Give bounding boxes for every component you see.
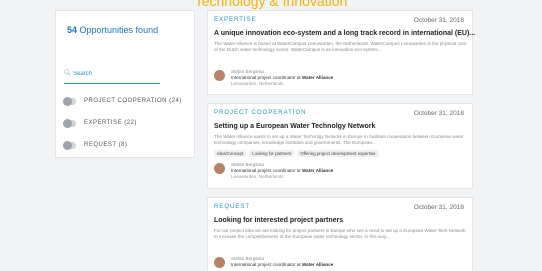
contact-role: International project coordinator at	[231, 75, 301, 80]
opportunity-card[interactable]: REQUEST October 31, 2018 Looking for int…	[207, 197, 473, 271]
contact-organization[interactable]: Water Alliance	[302, 168, 333, 173]
contact-person: Stefan Bergsma International project coo…	[214, 162, 333, 180]
filter-panel: 54 Opportunities found PROJECT COOPERATI…	[55, 10, 195, 158]
contact-role: International project coordinator at	[231, 168, 301, 173]
opportunity-card[interactable]: PROJECT COOPERATION October 31, 2018 Set…	[207, 103, 473, 189]
avatar	[214, 70, 225, 81]
card-title[interactable]: Setting up a European Water Technolgy Ne…	[214, 123, 375, 130]
filter-toggle[interactable]	[63, 96, 76, 106]
contact-location: Leeuwarden, Netherlands	[231, 81, 284, 86]
page-heading: Technology & Innovation	[194, 0, 348, 9]
filter-label: REQUEST (8)	[84, 142, 128, 148]
card-type: EXPERTISE	[214, 17, 257, 23]
card-title[interactable]: Looking for interested project partners	[214, 217, 343, 224]
contact-person: Stefan Bergsma International project coo…	[214, 256, 333, 268]
opportunities-found: 54 Opportunities found	[67, 25, 158, 35]
tag: Idea/Concept	[214, 150, 247, 157]
search-icon	[64, 69, 71, 76]
contact-organization[interactable]: Water Alliance	[302, 75, 333, 80]
tag: Offering project development expertise	[297, 150, 379, 157]
card-title[interactable]: A unique innovation eco-system and a lon…	[214, 30, 475, 37]
card-date: October 31, 2018	[413, 17, 464, 24]
card-description: The Water Alliance is based at WaterCamp…	[214, 41, 467, 52]
opportunity-card[interactable]: EXPERTISE October 31, 2018 A unique inno…	[207, 10, 475, 95]
card-date: October 31, 2018	[413, 204, 464, 211]
contact-role: International project coordinator at	[231, 262, 301, 267]
tag-list: Idea/Concept Looking for partners Offeri…	[214, 150, 379, 157]
opportunities-count: 54	[67, 25, 78, 35]
contact-person: Stefan Bergsma International project coo…	[214, 69, 333, 87]
filter-request[interactable]: REQUEST (8)	[63, 140, 127, 150]
contact-location: Leeuwarden, Netherlands	[231, 174, 284, 179]
card-description: For our project idea we are looking for …	[214, 228, 466, 239]
filter-toggle[interactable]	[63, 118, 76, 128]
card-type: PROJECT COOPERATION	[214, 110, 307, 116]
card-date: October 31, 2018	[413, 110, 464, 117]
opportunities-found-label: Opportunities found	[79, 25, 159, 35]
card-type: REQUEST	[214, 204, 251, 210]
avatar	[214, 163, 225, 174]
filter-expertise[interactable]: EXPERTISE (22)	[63, 118, 137, 128]
filter-label: EXPERTISE (22)	[84, 120, 137, 126]
filter-label: PROJECT COOPERATION (24)	[84, 98, 182, 104]
filter-project-cooperation[interactable]: PROJECT COOPERATION (24)	[63, 96, 182, 106]
filter-toggle[interactable]	[63, 140, 76, 150]
search-input[interactable]	[73, 68, 158, 80]
tag: Looking for partners	[249, 150, 295, 157]
contact-organization[interactable]: Water Alliance	[302, 262, 333, 267]
card-description: The Water Alliance wants to set up a Wat…	[214, 134, 464, 145]
search-box	[64, 68, 160, 84]
avatar	[214, 257, 225, 268]
